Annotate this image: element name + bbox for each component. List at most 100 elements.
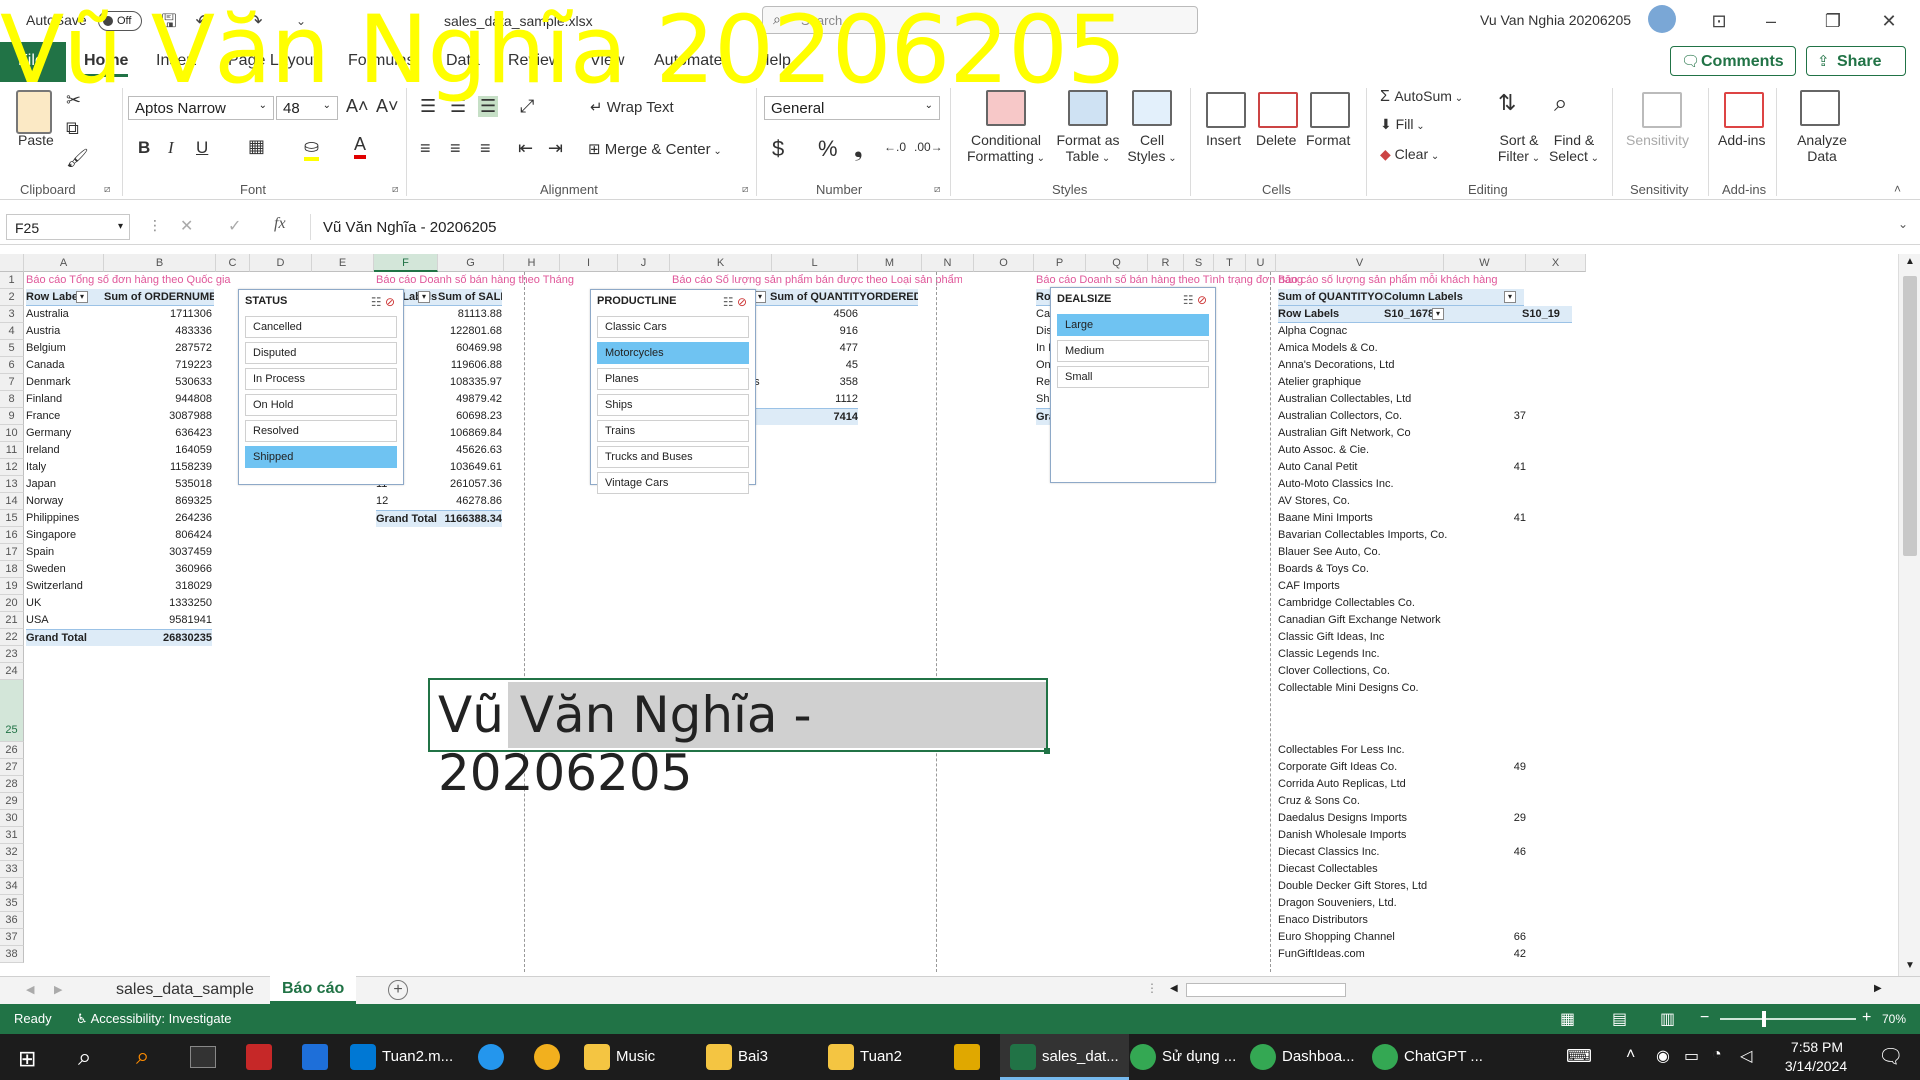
pivot-row-label[interactable]: FunGiftIdeas.com <box>1278 946 1474 963</box>
filter-dropdown-icon[interactable]: ▾ <box>418 291 430 303</box>
pivot-row-label[interactable]: Auto Assoc. & Cie. <box>1278 442 1474 459</box>
filter-dropdown-icon[interactable]: ▾ <box>1432 308 1444 320</box>
pivot-value[interactable]: 66 <box>1446 929 1526 946</box>
pivot-row-label[interactable]: Switzerland <box>26 578 102 595</box>
pivot-row-label[interactable]: Atelier graphique <box>1278 374 1474 391</box>
pivot-row-label[interactable]: Clover Collections, Co. <box>1278 663 1474 680</box>
row-header[interactable]: 26 <box>0 742 24 759</box>
cancel-icon[interactable]: ✕ <box>180 216 193 236</box>
battery-icon[interactable]: ▭ <box>1684 1046 1699 1066</box>
row-header[interactable]: 21 <box>0 612 24 629</box>
pivot-value[interactable]: 106869.84 <box>440 425 502 442</box>
slicer-item[interactable]: Small <box>1057 366 1209 388</box>
tab-insert[interactable]: Insert <box>156 52 196 70</box>
comma-style-icon[interactable]: ❟ <box>854 136 863 162</box>
avatar[interactable] <box>1648 5 1676 33</box>
app-tools-icon[interactable] <box>954 1044 980 1070</box>
conditional-formatting-button[interactable]: Conditional Formatting ⌄ <box>966 132 1046 164</box>
grand-total-label[interactable]: Grand Total <box>26 629 104 646</box>
merge-center-button[interactable]: ⊞ Merge & Center ⌄ <box>588 140 722 158</box>
multi-select-icon[interactable]: ☷ ⊘ <box>371 295 395 309</box>
row-header[interactable]: 17 <box>0 544 24 561</box>
taskbar-item-excel[interactable]: sales_dat... <box>1000 1034 1129 1080</box>
search-box[interactable]: ⌕ Search <box>762 6 1198 34</box>
sheet-tab-sales-data[interactable]: sales_data_sample <box>116 981 254 999</box>
pivot-row-label[interactable]: Cambridge Collectables Co. <box>1278 595 1474 612</box>
slicer-item[interactable]: Ships <box>597 394 749 416</box>
tab-automate[interactable]: Automate <box>654 52 722 70</box>
tab-data[interactable]: Data <box>446 52 480 70</box>
scroll-right-icon[interactable]: ▶ <box>1874 983 1882 994</box>
hscroll-thumb[interactable] <box>1186 983 1346 997</box>
slicer-item[interactable]: In Process <box>245 368 397 390</box>
cut-icon[interactable]: ✂ <box>66 90 81 111</box>
pivot-row-label[interactable]: Australian Collectors, Co. <box>1278 408 1474 425</box>
minimize-icon[interactable]: – <box>1760 10 1782 32</box>
clear-button[interactable]: ◆ Clear ⌄ <box>1380 146 1439 163</box>
pivot-row-label[interactable]: Daedalus Designs Imports <box>1278 810 1474 827</box>
pivot-value[interactable]: 164059 <box>106 442 212 459</box>
row-header[interactable]: 35 <box>0 895 24 912</box>
pivot-row-label[interactable]: 12 <box>376 493 436 510</box>
borders-icon[interactable]: ▦ <box>248 136 265 157</box>
delete-button[interactable]: Delete <box>1256 132 1296 148</box>
undo-icon[interactable]: ↶ <box>192 10 214 32</box>
slicer-item[interactable]: Vintage Cars <box>597 472 749 494</box>
column-header[interactable]: T <box>1214 254 1246 272</box>
pivot-row-label[interactable]: Singapore <box>26 527 102 544</box>
tray-chevron-icon[interactable]: ˄ <box>1626 1046 1635 1064</box>
pivot-value[interactable]: 60469.98 <box>440 340 502 357</box>
pivot-value[interactable] <box>1446 827 1526 844</box>
slicer-item[interactable]: Classic Cars <box>597 316 749 338</box>
pivot-value[interactable]: 483336 <box>106 323 212 340</box>
pivot-row-label[interactable]: Boards & Toys Co. <box>1278 561 1474 578</box>
column-header[interactable]: I <box>560 254 618 272</box>
windows-start-icon[interactable]: ⊞ <box>18 1046 36 1072</box>
row-header[interactable]: 38 <box>0 946 24 963</box>
pivot-value[interactable]: 1711306 <box>106 306 212 323</box>
pivot-value[interactable]: 360966 <box>106 561 212 578</box>
pivot-value[interactable]: 108335.97 <box>440 374 502 391</box>
column-header[interactable]: P <box>1034 254 1086 272</box>
formula-input[interactable]: Vũ Văn Nghĩa - 20206205 <box>310 214 1902 240</box>
pivot-row-label[interactable]: Sweden <box>26 561 102 578</box>
row-header[interactable]: 27 <box>0 759 24 776</box>
row-header[interactable]: 30 <box>0 810 24 827</box>
pivot-value[interactable] <box>1446 357 1526 374</box>
pivot-value[interactable]: 719223 <box>106 357 212 374</box>
pivot-value[interactable] <box>1446 861 1526 878</box>
zoom-out-icon[interactable]: − <box>1700 1009 1709 1027</box>
enter-icon[interactable]: ✓ <box>228 216 241 236</box>
slicer-item[interactable]: On Hold <box>245 394 397 416</box>
pivot-value[interactable] <box>1446 629 1526 646</box>
pivot-value[interactable]: 916 <box>774 323 858 340</box>
pivot-row-label[interactable]: UK <box>26 595 102 612</box>
report-title[interactable]: Báo cáo Số lượng sản phẩm bán được theo … <box>672 272 962 289</box>
multi-select-icon[interactable]: ☷ ⊘ <box>1183 293 1207 307</box>
row-header[interactable]: 3 <box>0 306 24 323</box>
volume-icon[interactable]: ◁ <box>1740 1046 1752 1066</box>
align-right-icon[interactable]: ≡ <box>480 138 491 159</box>
dialog-launcher-icon[interactable]: ⧄ <box>392 184 398 195</box>
app-yellow-icon[interactable] <box>534 1044 560 1070</box>
align-top-icon[interactable]: ☰ <box>420 96 436 117</box>
search-icon[interactable]: ⌕ <box>78 1044 91 1072</box>
pivot-value[interactable] <box>1446 425 1526 442</box>
pivot-row-label[interactable]: Australian Collectables, Ltd <box>1278 391 1474 408</box>
slicer-item[interactable]: Cancelled <box>245 316 397 338</box>
pivot-value[interactable]: 29 <box>1446 810 1526 827</box>
pivot-value[interactable]: 45 <box>774 357 858 374</box>
pivot-value[interactable] <box>1446 493 1526 510</box>
zoom-slider-thumb[interactable] <box>1762 1011 1766 1027</box>
page-break-view-icon[interactable]: ▥ <box>1660 1009 1675 1029</box>
grand-total-value[interactable]: 26830235 <box>104 629 212 646</box>
pivot-row-label[interactable]: Blauer See Auto, Co. <box>1278 544 1474 561</box>
pivot-value[interactable]: 869325 <box>106 493 212 510</box>
addins-button[interactable]: Add-ins <box>1718 132 1765 148</box>
dialog-launcher-icon[interactable]: ⧄ <box>934 184 940 195</box>
column-header[interactable]: W <box>1444 254 1526 272</box>
column-header[interactable]: O <box>974 254 1034 272</box>
pivot-value[interactable]: 535018 <box>106 476 212 493</box>
pivot-row-label[interactable]: Austria <box>26 323 102 340</box>
pivot-value[interactable]: 42 <box>1446 946 1526 963</box>
